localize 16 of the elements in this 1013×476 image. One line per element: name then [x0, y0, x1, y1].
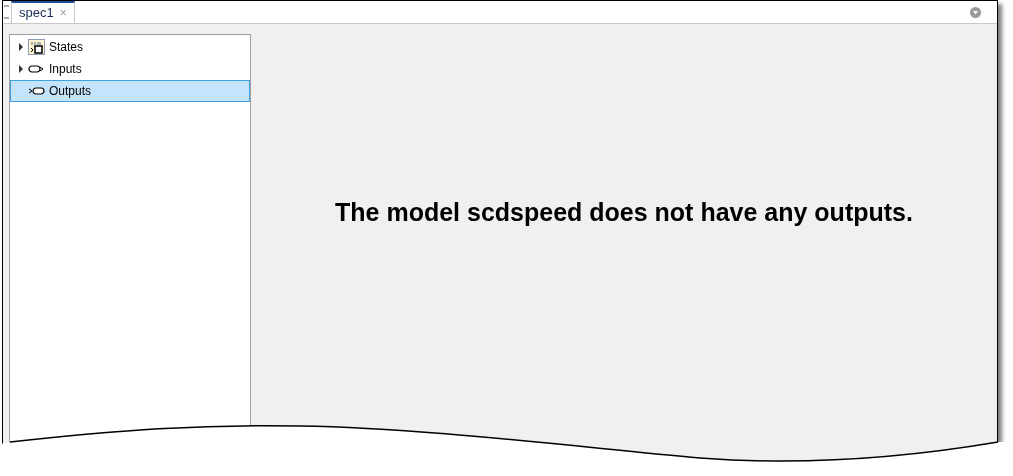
tab[interactable]: spec1 × — [11, 1, 75, 23]
tree-label: States — [49, 39, 84, 56]
tree-item[interactable]: Outputs — [10, 80, 250, 102]
tab-label: spec1 — [19, 4, 54, 23]
caret-icon[interactable] — [19, 43, 23, 51]
tree-label: Outputs — [49, 83, 92, 100]
outport-icon — [27, 87, 45, 95]
message-text: The model scdspeed does not have any outputs. — [335, 196, 913, 228]
tree-item[interactable]: Inputs — [10, 58, 250, 80]
inport-icon — [27, 65, 45, 73]
tree-label: Inputs — [49, 61, 82, 78]
block-icon — [27, 39, 45, 55]
caret-icon[interactable] — [19, 65, 23, 73]
grip-icon[interactable] — [4, 5, 9, 19]
tree-item[interactable]: States — [10, 36, 250, 58]
dropdown-icon[interactable] — [970, 6, 981, 18]
